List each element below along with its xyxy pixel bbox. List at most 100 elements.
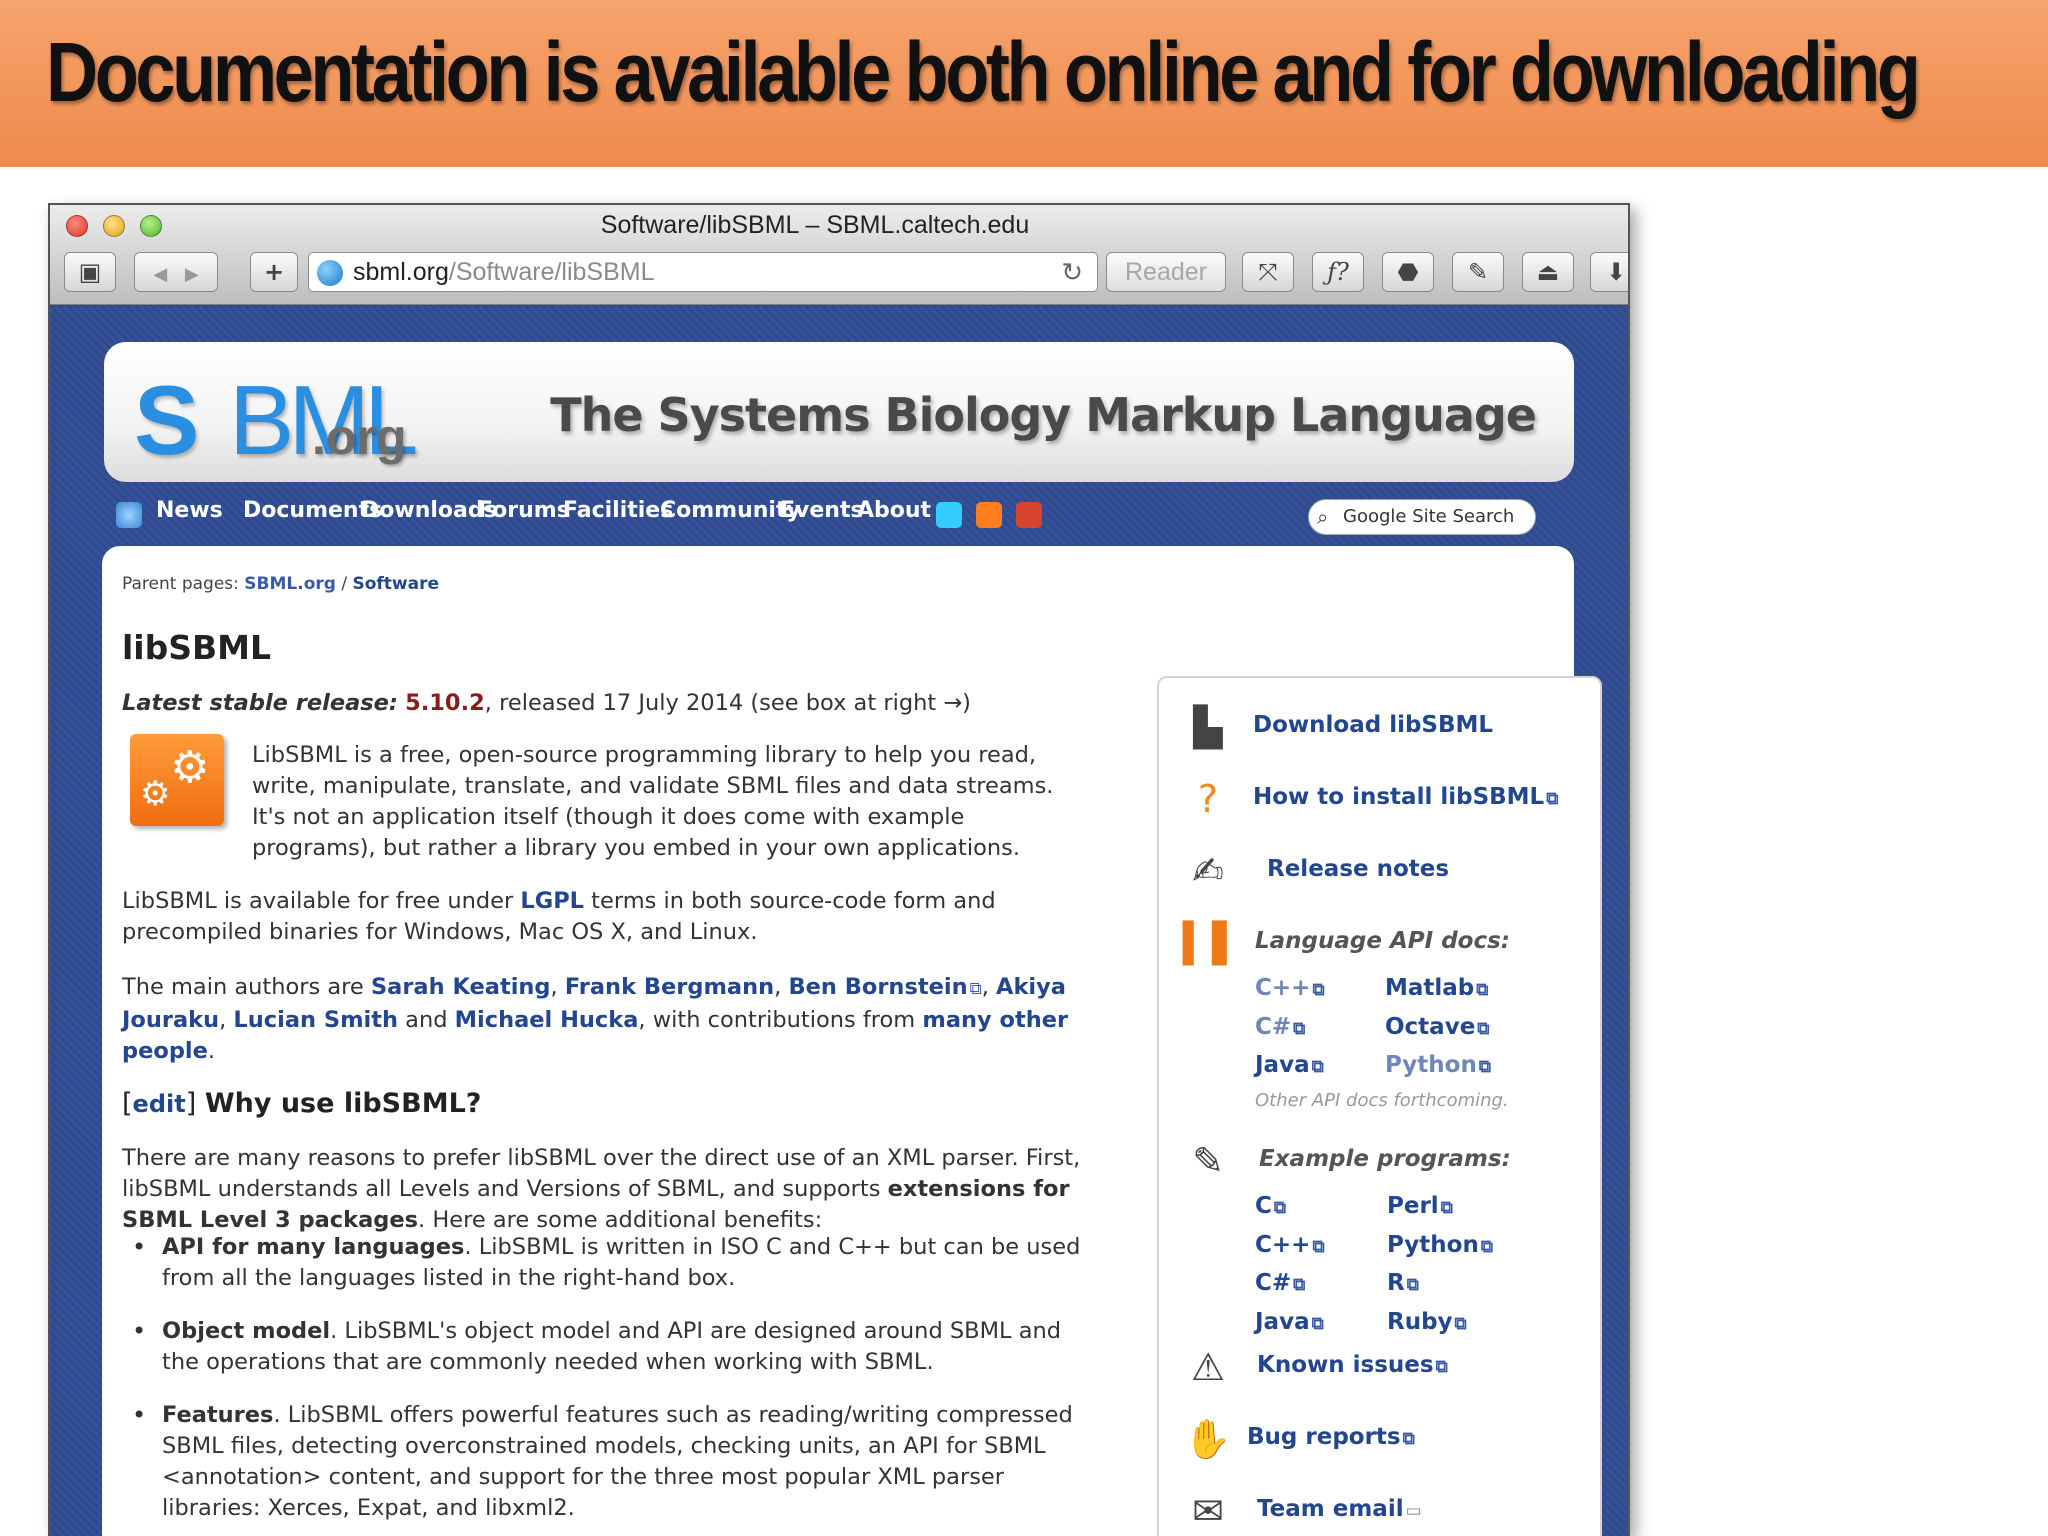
breadcrumb-separator: / <box>341 574 348 594</box>
example-links-left: C ⧉ C++ ⧉ C# ⧉ Java ⧉ <box>1255 1188 1325 1342</box>
breadcrumb-current[interactable]: Software <box>352 574 439 594</box>
api-link-octave[interactable]: Octave ⧉ <box>1385 1009 1491 1048</box>
release-notes-item[interactable]: ✍ Release notes <box>1159 846 1600 902</box>
function-button[interactable]: ƒ? <box>1312 252 1364 292</box>
license-pre: LibSBML is available for free under <box>122 888 521 914</box>
address-bar[interactable]: sbml.org/Software/libSBML ↻ <box>308 252 1098 292</box>
lgpl-link[interactable]: LGPL <box>520 888 584 914</box>
lamp-icon: ⏏ <box>1536 258 1560 286</box>
google-plus-icon[interactable] <box>1016 502 1042 528</box>
nav-news[interactable]: News <box>156 498 223 523</box>
api-link-java[interactable]: Java ⧉ <box>1255 1047 1325 1086</box>
api-link-cpp[interactable]: C++ ⧉ <box>1255 970 1325 1009</box>
example-link-python[interactable]: Python ⧉ <box>1387 1227 1493 1266</box>
example-link-r[interactable]: R ⧉ <box>1387 1265 1493 1304</box>
benefits-list: API for many languages. LibSBML is writt… <box>132 1232 1102 1536</box>
nav-downloads[interactable]: Downloads <box>361 498 497 523</box>
web-page: S BML .org The Systems Biology Markup La… <box>50 306 1628 1536</box>
example-link-csharp[interactable]: C# ⧉ <box>1255 1265 1325 1304</box>
breadcrumb: Parent pages: SBML.org / Software <box>122 574 439 594</box>
list-item: API for many languages. LibSBML is writt… <box>132 1232 1102 1294</box>
examples-heading-item: ✎ Example programs: <box>1159 1136 1600 1192</box>
plus-icon: + <box>263 258 285 286</box>
example-links-right: Perl ⧉ Python ⧉ R ⧉ Ruby ⧉ <box>1387 1188 1493 1342</box>
install-item[interactable]: ? How to install libSBML ⧉ <box>1159 774 1600 830</box>
team-email-item[interactable]: ✉ Team email ▭ <box>1159 1486 1600 1536</box>
author-link[interactable]: Michael Hucka <box>455 1007 639 1033</box>
rss-icon[interactable] <box>976 502 1002 528</box>
edit-link[interactable]: edit <box>133 1090 186 1118</box>
bullet-head: API for many languages <box>162 1234 465 1260</box>
bullet-head: Object model <box>162 1318 331 1344</box>
release-line: Latest stable release: 5.10.2, released … <box>122 688 1082 719</box>
url-path: /Software/libSBML <box>448 258 655 286</box>
settings-button[interactable]: ✎ <box>1452 252 1504 292</box>
why-heading: [edit] Why use libSBML? <box>122 1088 482 1119</box>
logo-s: S <box>134 365 199 475</box>
libsbml-sidebar-panel: ▙ Download libSBML ? How to install libS… <box>1157 676 1602 1536</box>
download-link[interactable]: Download libSBML <box>1253 712 1493 738</box>
api-link-python[interactable]: Python ⧉ <box>1385 1047 1491 1086</box>
why-heading-text: Why use libSBML? <box>204 1088 482 1119</box>
site-favicon-icon <box>317 260 343 286</box>
url-text[interactable]: sbml.org/Software/libSBML <box>353 253 655 291</box>
notes-icon: ✍ <box>1192 849 1224 893</box>
bug-reports-item[interactable]: ✋ Bug reports ⧉ <box>1159 1414 1600 1470</box>
thumbs-down-icon: ✋ <box>1184 1417 1232 1461</box>
author-link[interactable]: Frank Bergmann <box>565 974 774 1000</box>
nav-about[interactable]: About <box>857 498 931 523</box>
lamp-button[interactable]: ⏏ <box>1522 252 1574 292</box>
license-paragraph: LibSBML is available for free under LGPL… <box>122 886 1082 948</box>
back-forward-button[interactable]: ◀ ▶ <box>134 252 218 292</box>
forward-icon[interactable]: ▶ <box>185 264 199 285</box>
slide-title: Documentation is available both online a… <box>46 25 1921 119</box>
breadcrumb-link-sbml[interactable]: SBML.org <box>244 574 336 594</box>
api-links-left: C++ ⧉ C# ⧉ Java ⧉ <box>1255 970 1325 1086</box>
sidebar-icon: ▣ <box>78 258 102 286</box>
install-link[interactable]: How to install libSBML ⧉ <box>1253 784 1558 810</box>
new-tab-button[interactable]: + <box>250 252 298 292</box>
api-heading-item: ▍▌ Language API docs: <box>1159 918 1600 974</box>
bug-reports-link[interactable]: Bug reports ⧉ <box>1247 1424 1415 1450</box>
gears-icon: ⚙ ⚙ <box>130 734 224 826</box>
author-link[interactable]: Lucian Smith <box>233 1007 398 1033</box>
example-link-cpp[interactable]: C++ ⧉ <box>1255 1227 1325 1266</box>
nav-events[interactable]: Events <box>780 498 864 523</box>
download-item[interactable]: ▙ Download libSBML <box>1159 702 1600 758</box>
site-search-input[interactable]: ⌕ Google Site Search <box>1308 499 1536 535</box>
author-link[interactable]: Sarah Keating <box>371 974 551 1000</box>
bullet-head: Features <box>162 1402 274 1428</box>
api-links-right: Matlab ⧉ Octave ⧉ Python ⧉ <box>1385 970 1491 1086</box>
nav-forums[interactable]: Forums <box>478 498 570 523</box>
stop-icon: ⬣ <box>1397 258 1419 286</box>
api-link-csharp[interactable]: C# ⧉ <box>1255 1009 1325 1048</box>
search-icon: ⌕ <box>1317 505 1329 529</box>
known-issues-link[interactable]: Known issues ⧉ <box>1257 1352 1448 1378</box>
team-email-link[interactable]: Team email ▭ <box>1257 1496 1422 1522</box>
intro-paragraph: LibSBML is a free, open-source programmi… <box>252 742 1054 861</box>
floppy-disk-icon: ▙ <box>1193 705 1223 749</box>
wrench-icon: ✎ <box>1467 258 1489 286</box>
twitter-icon[interactable] <box>936 502 962 528</box>
api-link-matlab[interactable]: Matlab ⧉ <box>1385 970 1491 1009</box>
example-link-c[interactable]: C ⧉ <box>1255 1188 1325 1227</box>
back-icon[interactable]: ◀ <box>153 264 167 285</box>
example-link-ruby[interactable]: Ruby ⧉ <box>1387 1304 1493 1343</box>
author-link[interactable]: Ben Bornstein <box>788 974 967 1000</box>
why-post: . Here are some additional benefits: <box>418 1207 823 1233</box>
reader-button[interactable]: Reader <box>1106 252 1226 292</box>
release-notes-link[interactable]: Release notes <box>1267 856 1449 882</box>
release-version[interactable]: 5.10.2 <box>405 690 485 716</box>
example-link-perl[interactable]: Perl ⧉ <box>1387 1188 1493 1227</box>
reload-icon[interactable]: ↻ <box>1061 253 1083 291</box>
sidebar-toggle-button[interactable]: ▣ <box>64 252 116 292</box>
release-label: Latest stable release: <box>122 690 398 716</box>
nav-facilities[interactable]: Facilities <box>563 498 673 523</box>
home-icon[interactable] <box>116 502 142 528</box>
hand-pencil-icon: ✎ <box>1192 1139 1224 1183</box>
share-button[interactable]: ⤧ <box>1242 252 1294 292</box>
example-link-java[interactable]: Java ⧉ <box>1255 1304 1325 1343</box>
block-button[interactable]: ⬣ <box>1382 252 1434 292</box>
known-issues-item[interactable]: ⚠ Known issues ⧉ <box>1159 1342 1600 1398</box>
downloads-button[interactable]: ⬇ <box>1590 252 1628 292</box>
